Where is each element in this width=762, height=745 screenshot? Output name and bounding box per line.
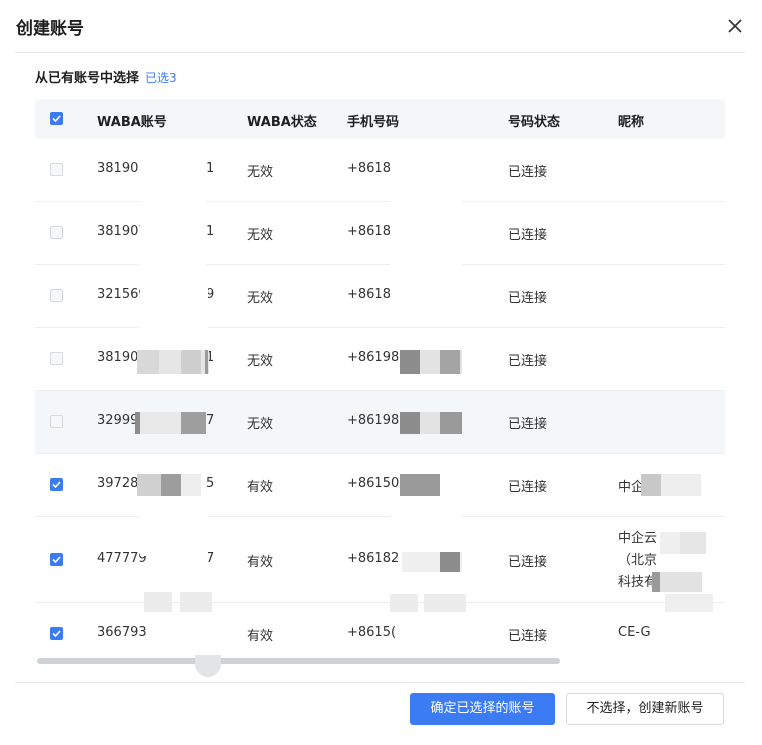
section-heading: 从已有账号中选择 已选3 <box>35 67 177 86</box>
waba-status: 无效 <box>247 354 274 369</box>
close-icon[interactable] <box>724 15 746 37</box>
phone-status: 已连接 <box>508 354 548 369</box>
phone-number: +8615( <box>347 625 397 640</box>
dialog-header: 创建账号 <box>0 0 762 52</box>
row-checkbox[interactable] <box>50 553 63 566</box>
waba-account-tail: 7 <box>206 413 215 428</box>
phone-status: 已连接 <box>508 629 548 644</box>
horizontal-scrollbar[interactable] <box>37 658 560 664</box>
table-row[interactable]: 366793 有效 +8615( 已连接 CE-G <box>35 603 725 665</box>
waba-status: 无效 <box>247 291 274 306</box>
table-row[interactable]: 381907 1 无效 +8618 32 已连接 <box>35 202 725 265</box>
waba-status: 有效 <box>247 629 274 644</box>
column-waba-status: WABA状态 <box>247 115 317 130</box>
waba-account: 38190 <box>97 161 139 176</box>
create-new-account-button[interactable]: 不选择，创建新账号 <box>566 693 724 725</box>
phone-status: 已连接 <box>508 480 548 495</box>
column-waba-account: WABA账号 <box>97 115 167 130</box>
waba-account: 32999 <box>97 413 139 428</box>
row-checkbox[interactable] <box>50 478 63 491</box>
row-checkbox[interactable] <box>50 226 63 239</box>
account-table: WABA账号 WABA状态 手机号码 号码状态 昵称 38190 1 无效 +8… <box>35 99 725 665</box>
waba-status: 无效 <box>247 165 274 180</box>
phone-number: +86150 <box>347 476 400 491</box>
table-header: WABA账号 WABA状态 手机号码 号码状态 昵称 <box>35 99 725 140</box>
nickname: CE-G <box>618 625 651 640</box>
waba-account: 366793 <box>97 625 147 640</box>
table-row[interactable]: 477779 7 有效 +86182 已连接 中企云 （北京 科技有 <box>35 517 725 603</box>
column-nickname: 昵称 <box>618 115 645 130</box>
nickname-line: 中企云 <box>618 531 658 546</box>
section-label: 从已有账号中选择 <box>35 71 140 86</box>
phone-status: 已连接 <box>508 165 548 180</box>
table-row[interactable]: 321569 9 无效 +86187 已连接 <box>35 265 725 328</box>
row-checkbox[interactable] <box>50 627 63 640</box>
waba-status: 无效 <box>247 417 274 432</box>
phone-status: 已连接 <box>508 228 548 243</box>
row-checkbox[interactable] <box>50 352 63 365</box>
create-account-dialog: 创建账号 从已有账号中选择 已选3 WABA账号 WABA状态 手机号码 号码状态… <box>0 0 762 745</box>
waba-status: 有效 <box>247 480 274 495</box>
table-row[interactable]: 38190 1 无效 +86182 7 已连接 <box>35 139 725 202</box>
row-checkbox[interactable] <box>50 289 63 302</box>
confirm-selected-button[interactable]: 确定已选择的账号 <box>410 693 555 725</box>
phone-status: 已连接 <box>508 291 548 306</box>
phone-number: +8618 <box>347 224 391 239</box>
select-all-checkbox[interactable] <box>50 112 63 125</box>
phone-number: +86182 <box>347 551 400 566</box>
footer-divider <box>15 682 745 683</box>
waba-status: 无效 <box>247 228 274 243</box>
nickname-line: （北京 <box>618 553 658 568</box>
column-phone: 手机号码 <box>347 115 400 130</box>
column-phone-status: 号码状态 <box>508 115 561 130</box>
dialog-title: 创建账号 <box>16 19 84 39</box>
waba-account-tail: 1 <box>206 161 215 176</box>
phone-status: 已连接 <box>508 555 548 570</box>
phone-number: +86198 <box>347 413 400 428</box>
phone-status: 已连接 <box>508 417 548 432</box>
scrollbar-handle[interactable] <box>195 655 221 677</box>
waba-account-tail: 1 <box>206 224 215 239</box>
waba-account-tail: 5 <box>206 476 215 491</box>
waba-account: 39728 <box>97 476 139 491</box>
row-checkbox[interactable] <box>50 415 63 428</box>
selected-count: 已选3 <box>145 71 177 85</box>
phone-number: +86198 <box>347 350 400 365</box>
waba-status: 有效 <box>247 555 274 570</box>
header-divider <box>15 52 745 53</box>
waba-account: 38190 <box>97 350 139 365</box>
row-checkbox[interactable] <box>50 163 63 176</box>
